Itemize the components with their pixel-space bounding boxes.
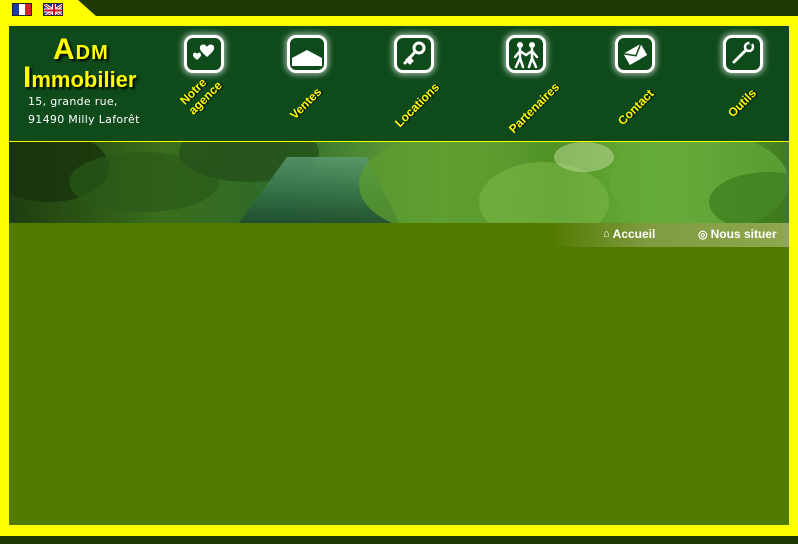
- site-header: ADM Immobilier 15, grande rue, 91490 Mil…: [9, 26, 789, 141]
- nav-label-partenaires: Partenaires: [506, 79, 563, 136]
- hearts-icon: [184, 35, 224, 73]
- nav-label-locations: Locations: [392, 80, 443, 130]
- nav-item-agence[interactable]: Notre agence: [170, 35, 250, 135]
- bottom-strip: [0, 536, 798, 544]
- banner-image: [9, 142, 789, 223]
- logo-line2: Immobilier: [23, 61, 137, 94]
- flag-france-icon[interactable]: [12, 3, 32, 16]
- wrench-icon: [723, 35, 763, 73]
- sub-navigation: ⌂ Accueil ◎ Nous situer: [549, 223, 789, 247]
- target-icon: ◎: [698, 228, 708, 241]
- nav-label-contact: Contact: [615, 86, 657, 128]
- nav-item-locations[interactable]: Locations: [380, 35, 460, 135]
- home-link[interactable]: ⌂ Accueil: [603, 227, 655, 241]
- nav-label-ventes: Ventes: [287, 84, 325, 122]
- nav-item-ventes[interactable]: Ventes: [273, 35, 353, 135]
- address-street: 15, grande rue,: [28, 95, 118, 108]
- flag-uk-icon[interactable]: [43, 3, 63, 16]
- key-icon: [394, 35, 434, 73]
- locate-link[interactable]: ◎ Nous situer: [698, 227, 777, 241]
- handshake-people-icon: [506, 35, 546, 73]
- address: 15, grande rue, 91490 Milly Laforêt: [28, 93, 140, 129]
- nav-label-agence: Notre agence: [177, 75, 225, 118]
- nav-item-outils[interactable]: Outils: [709, 35, 789, 135]
- envelope-icon: [615, 35, 655, 73]
- home-icon: ⌂: [603, 228, 610, 240]
- main-content: ⌂ Accueil ◎ Nous situer: [9, 223, 789, 525]
- top-strip: [0, 0, 798, 16]
- address-city: 91490 Milly Laforêt: [28, 113, 140, 126]
- nav-item-contact[interactable]: Contact: [601, 35, 681, 135]
- nav-label-outils: Outils: [725, 86, 760, 120]
- nav-item-partenaires[interactable]: Partenaires: [492, 35, 572, 136]
- house-roof-icon: [287, 35, 327, 73]
